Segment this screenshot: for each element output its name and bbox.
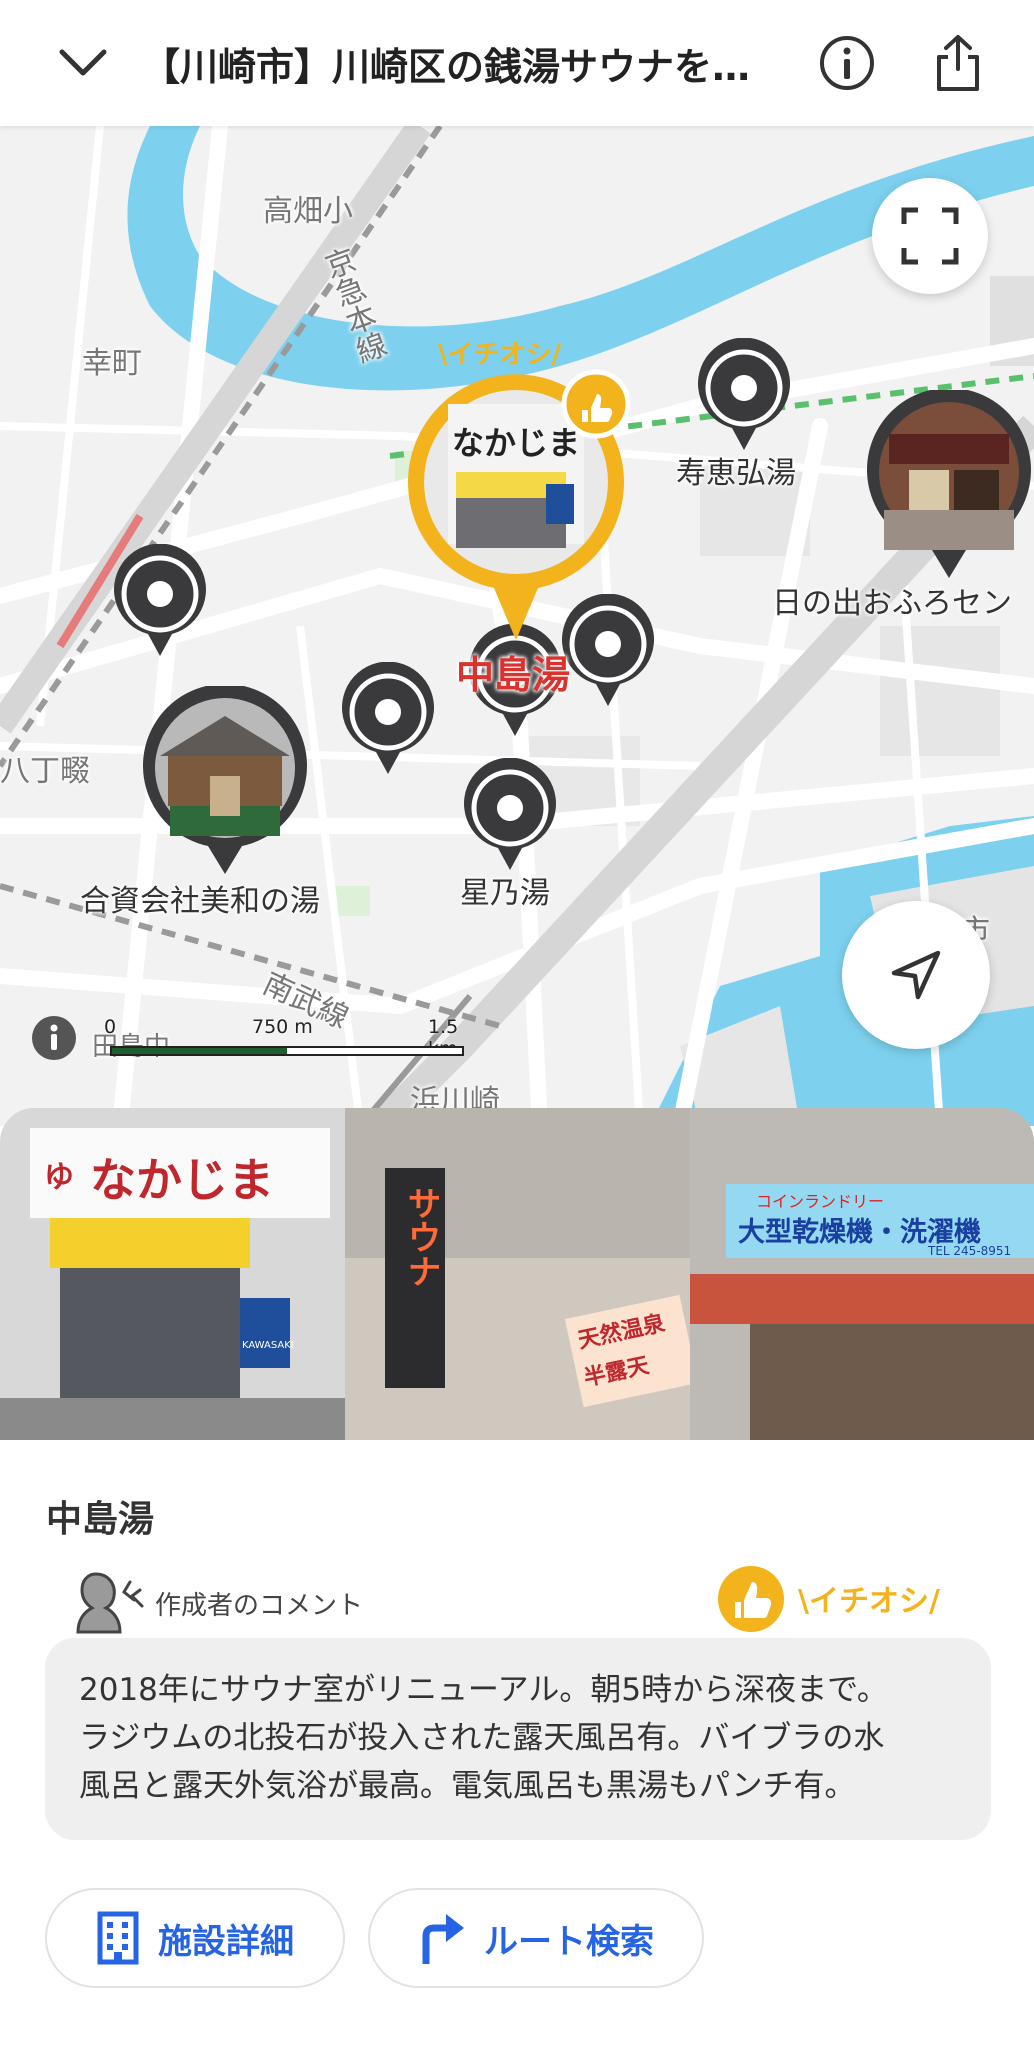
gallery-photo[interactable]: サウナ 天然温泉 半露天 <box>345 1108 690 1440</box>
fullscreen-button[interactable] <box>872 178 988 294</box>
comment-label: 作成者のコメント <box>155 1591 364 1621</box>
map-label: 日の出おふろセン <box>772 586 1012 621</box>
comment-line: ラジウムの北投石が投入された露天風呂有。バイブラの水 <box>79 1720 885 1756</box>
facility-detail-button[interactable]: 施設詳細 <box>45 1888 345 1988</box>
thumbs-up-icon <box>718 1566 784 1632</box>
hinode-photo-pin[interactable] <box>864 390 1034 580</box>
route-search-button[interactable]: ルート検索 <box>368 1888 704 1988</box>
map-pin[interactable] <box>460 758 560 872</box>
building-icon <box>97 1911 139 1965</box>
gallery-photo[interactable]: ゆ なかじま KAWASAKI <box>0 1108 345 1440</box>
selected-place-label: 中島湯 <box>456 653 571 697</box>
share-icon[interactable] <box>923 28 993 98</box>
map-view[interactable]: 高畑小 京急本線 幸町 寿恵弘湯 日の出おふろセン 合資会社美和の湯 星乃湯 南… <box>0 126 1034 1126</box>
svg-text:なかじま: なかじま <box>452 424 580 462</box>
map-label: 星乃湯 <box>460 876 550 911</box>
map-label: 寿恵弘湯 <box>676 456 796 491</box>
page-title: 【川崎市】川崎区の銭湯サウナを… <box>142 45 751 89</box>
creator-icon <box>76 1572 144 1634</box>
photo-gallery[interactable]: ゆ なかじま KAWASAKI サウナ 天然温泉 半露天 コインランドリー 大型… <box>0 1108 1034 1440</box>
map-pin[interactable] <box>338 662 438 776</box>
navigation-arrow-icon <box>891 950 941 1000</box>
route-search-label: ルート検索 <box>484 1921 654 1962</box>
fullscreen-icon <box>901 207 959 265</box>
current-location-button[interactable] <box>842 901 990 1049</box>
miwa-photo-pin[interactable] <box>140 686 310 876</box>
comment-line: 風呂と露天外気浴が最高。電気風呂も黒湯もパンチ有。 <box>79 1768 856 1804</box>
photo-logo: ゆ <box>44 1160 74 1195</box>
scale-track <box>110 1046 464 1056</box>
scale-mid: 750 m <box>252 1016 313 1038</box>
map-label: 合資会社美和の湯 <box>80 884 320 919</box>
place-name: 中島湯 <box>46 1499 155 1540</box>
photo-sub: コインランドリー <box>756 1192 885 1211</box>
ichioshi-tag: \イチオシ/ <box>798 1584 940 1619</box>
route-arrow-icon <box>422 1914 464 1964</box>
scale-zero: 0 <box>104 1016 117 1038</box>
map-pin[interactable] <box>694 338 794 452</box>
info-icon[interactable] <box>812 28 882 98</box>
map-info-icon[interactable] <box>32 1016 76 1060</box>
photo-tel: TEL 245-8951 <box>928 1244 1012 1258</box>
photo-badge: KAWASAKI <box>242 1340 294 1351</box>
gallery-photo[interactable]: コインランドリー 大型乾燥機・洗濯機 TEL 245-8951 <box>690 1108 1034 1440</box>
map-label: 八丁畷 <box>0 754 90 789</box>
map-label: 幸町 <box>82 346 142 381</box>
map-pin[interactable] <box>110 544 210 658</box>
scale-bar: 0 750 m 1.5 km <box>100 1016 480 1076</box>
nakajima-featured-pin[interactable]: なかじま <box>396 364 636 644</box>
facility-detail-label: 施設詳細 <box>158 1921 294 1962</box>
photo-sign: サウナ <box>401 1186 441 1288</box>
comment-line: 2018年にサウナ室がリニューアル。朝5時から深夜まで。 <box>79 1672 888 1708</box>
comment-box: 2018年にサウナ室がリニューアル。朝5時から深夜まで。 ラジウムの北投石が投入… <box>45 1638 991 1840</box>
map-label: 高畑小 <box>263 194 353 229</box>
chevron-down-icon[interactable] <box>48 28 118 98</box>
place-detail-card: 中島湯 作成者のコメント \イチオシ/ 2018年にサウナ室がリニューアル。朝5… <box>0 1440 1034 2048</box>
top-bar: 【川崎市】川崎区の銭湯サウナを… <box>0 0 1034 126</box>
photo-sign: なかじま <box>90 1153 274 1207</box>
